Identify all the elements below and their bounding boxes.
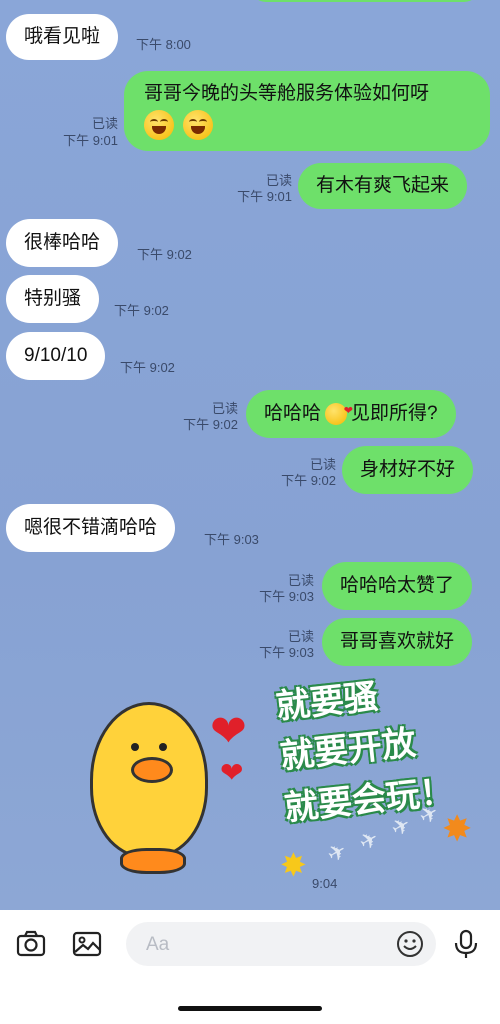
laughing-tears-emoji-icon: [183, 110, 214, 140]
duck-feet: [120, 848, 186, 874]
message-text: 哥哥今晚的头等舱服务体验如何呀: [144, 83, 430, 104]
message-text: 哦看见啦: [24, 26, 101, 47]
message-time: 下午 9:01: [237, 189, 292, 204]
message-time: 下午 9:02: [281, 473, 336, 488]
home-indicator: [178, 1006, 322, 1011]
message-time: 下午 9:02: [183, 417, 238, 432]
emoji-row: [144, 110, 217, 140]
message-text: 哥哥喜欢就好: [340, 631, 455, 652]
heart-icon: ❤: [220, 757, 244, 788]
read-status: 已读: [287, 629, 314, 644]
message-text: 很棒哈哈: [24, 232, 101, 253]
sticker-caption-line: 就要开放: [278, 723, 418, 777]
duck-beak: [131, 757, 173, 783]
microphone-icon[interactable]: [450, 928, 482, 960]
outgoing-message-bubble[interactable]: 身材好不好: [342, 446, 474, 494]
read-status: 已读: [91, 116, 118, 131]
message-time: 下午 9:02: [120, 360, 175, 375]
message-text: 哈哈哈太赞了: [340, 575, 455, 596]
starburst-icon: ✸: [280, 847, 307, 883]
message-text: 见即所得?: [351, 403, 438, 424]
airplane-icon: ✈: [354, 825, 384, 857]
message-text: 9/10/10: [24, 345, 88, 366]
partial-message-bubble[interactable]: [250, 0, 480, 2]
incoming-message-bubble[interactable]: 嗯很不错滴哈哈: [6, 504, 176, 552]
read-status: 已读: [211, 401, 238, 416]
outgoing-message-bubble[interactable]: 哈哈哈太赞了: [322, 562, 473, 610]
laughing-tears-emoji-icon: [144, 110, 174, 140]
message-time: 下午 9:02: [114, 303, 169, 318]
duck-eye: [159, 743, 167, 751]
message-time: 下午 8:00: [136, 37, 191, 52]
message-text: 有木有爽飞起来: [316, 175, 450, 196]
message-text: 哈哈哈: [264, 403, 322, 424]
duck-sticker-icon: [90, 702, 208, 858]
message-text: 嗯很不错滴哈哈: [24, 517, 158, 538]
read-status: 已读: [265, 173, 292, 188]
outgoing-message-bubble[interactable]: 哥哥今晚的头等舱服务体验如何呀: [124, 71, 490, 151]
incoming-message-bubble[interactable]: 9/10/10: [6, 332, 106, 380]
incoming-message-bubble[interactable]: 很棒哈哈: [6, 219, 119, 267]
heart-icon: ❤: [210, 707, 247, 756]
emoji-icon[interactable]: [394, 928, 426, 960]
message-time: 下午 9:03: [204, 532, 259, 547]
camera-icon[interactable]: [15, 928, 47, 960]
sticker-caption-line: 就要骚: [274, 676, 380, 728]
message-time: 下午 9:03: [259, 645, 314, 660]
message-text: 特别骚: [24, 288, 82, 309]
message-time: 9:04: [312, 876, 338, 891]
message-input[interactable]: [126, 922, 398, 968]
outgoing-message-bubble[interactable]: 哥哥喜欢就好: [322, 618, 473, 666]
message-time: 下午 9:01: [63, 133, 118, 148]
kiss-emoji-icon: [325, 399, 353, 425]
sticker-message[interactable]: ❤ ❤ 就要骚 就要开放 就要会玩！ ✸ ✸ ✈ ✈ ✈ ✈ 9:04: [80, 677, 500, 900]
message-time: 下午 9:02: [137, 247, 192, 262]
airplane-icon: ✈: [322, 837, 352, 869]
outgoing-message-bubble[interactable]: 有木有爽飞起来: [298, 163, 468, 209]
chat-area: 哦看见啦 下午 8:00 哥哥今晚的头等舱服务体验如何呀 已读 下午 9:01 …: [0, 0, 500, 910]
incoming-message-bubble[interactable]: 哦看见啦: [6, 14, 119, 60]
outgoing-message-bubble[interactable]: 哈哈哈 见即所得?: [246, 390, 456, 438]
message-time: 下午 9:03: [259, 589, 314, 604]
read-status: 已读: [287, 573, 314, 588]
incoming-message-bubble[interactable]: 特别骚: [6, 275, 100, 323]
read-status: 已读: [309, 457, 336, 472]
message-input-field[interactable]: [126, 922, 436, 968]
duck-eye: [131, 743, 139, 751]
image-icon[interactable]: [71, 928, 103, 960]
message-text: 身材好不好: [360, 459, 456, 480]
starburst-icon: ✸: [442, 808, 473, 849]
